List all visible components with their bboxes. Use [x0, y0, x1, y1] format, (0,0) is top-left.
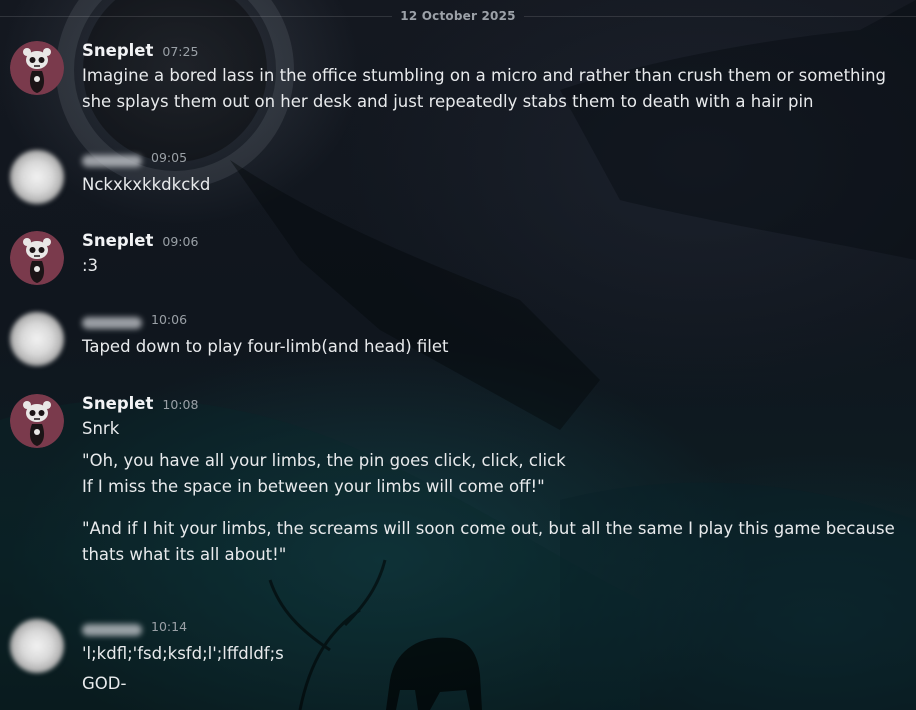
message-text: she splays them out on her desk and just…: [82, 92, 814, 111]
message-content: 09:05 Nckxkxkkdkckd: [82, 150, 906, 198]
sneplet-avatar-icon[interactable]: [10, 41, 64, 95]
message-text: GOD-: [82, 674, 127, 693]
redacted-author-name[interactable]: [82, 624, 142, 636]
message-text: Taped down to play four-limb(and head) f…: [82, 337, 449, 356]
message-content: Sneplet 07:25 Imagine a bored lass in th…: [82, 41, 906, 115]
timestamp[interactable]: 10:08: [162, 397, 198, 412]
message-text: Imagine a bored lass in the office stumb…: [82, 66, 887, 85]
timestamp[interactable]: 10:06: [151, 312, 187, 327]
message-text: Snrk: [82, 419, 120, 438]
message-header: 10:06: [82, 312, 906, 334]
author-name[interactable]: Sneplet: [82, 41, 153, 60]
timestamp[interactable]: 09:06: [162, 234, 198, 249]
message-header: Sneplet 07:25: [82, 41, 906, 63]
message-content: 10:06 Taped down to play four-limb(and h…: [82, 312, 906, 360]
blurred-avatar-icon[interactable]: [10, 150, 64, 204]
message-text: :3: [82, 256, 99, 275]
blurred-avatar-icon[interactable]: [10, 312, 64, 366]
date-divider-label: 12 October 2025: [400, 9, 516, 23]
blurred-avatar-icon[interactable]: [10, 619, 64, 673]
author-name[interactable]: Sneplet: [82, 394, 153, 413]
timestamp[interactable]: 10:14: [151, 619, 187, 634]
message-text: "Oh, you have all your limbs, the pin go…: [82, 451, 566, 470]
message-header: 10:14: [82, 619, 906, 641]
message-content: Sneplet 09:06 :3: [82, 231, 906, 279]
sneplet-avatar-icon[interactable]: [10, 394, 64, 448]
chat-log: 12 October 2025 Sneplet 07:25 Imagine a: [0, 0, 916, 710]
author-name[interactable]: Sneplet: [82, 231, 153, 250]
message-text: If I miss the space in between your limb…: [82, 477, 545, 496]
sneplet-avatar-icon[interactable]: [10, 231, 64, 285]
date-divider: 12 October 2025: [0, 6, 916, 26]
divider-line-right: [523, 15, 916, 17]
message-content: 10:14 'l;kdfl;'fsd;ksfd;l';lffdldf;s GOD…: [82, 619, 906, 697]
message-text: thats what its all about!": [82, 545, 287, 564]
message-header: Sneplet 09:06: [82, 231, 906, 253]
message-header: 09:05: [82, 150, 906, 172]
redacted-author-name[interactable]: [82, 317, 142, 329]
message-text: Nckxkxkkdkckd: [82, 175, 211, 194]
message-content: Sneplet 10:08 Snrk "Oh, you have all you…: [82, 394, 906, 568]
message-header: Sneplet 10:08: [82, 394, 906, 416]
timestamp[interactable]: 09:05: [151, 150, 187, 165]
redacted-author-name[interactable]: [82, 155, 142, 167]
timestamp[interactable]: 07:25: [162, 44, 198, 59]
divider-line-left: [0, 15, 393, 17]
message-text: "And if I hit your limbs, the screams wi…: [82, 519, 895, 538]
message-text: 'l;kdfl;'fsd;ksfd;l';lffdldf;s: [82, 644, 284, 663]
